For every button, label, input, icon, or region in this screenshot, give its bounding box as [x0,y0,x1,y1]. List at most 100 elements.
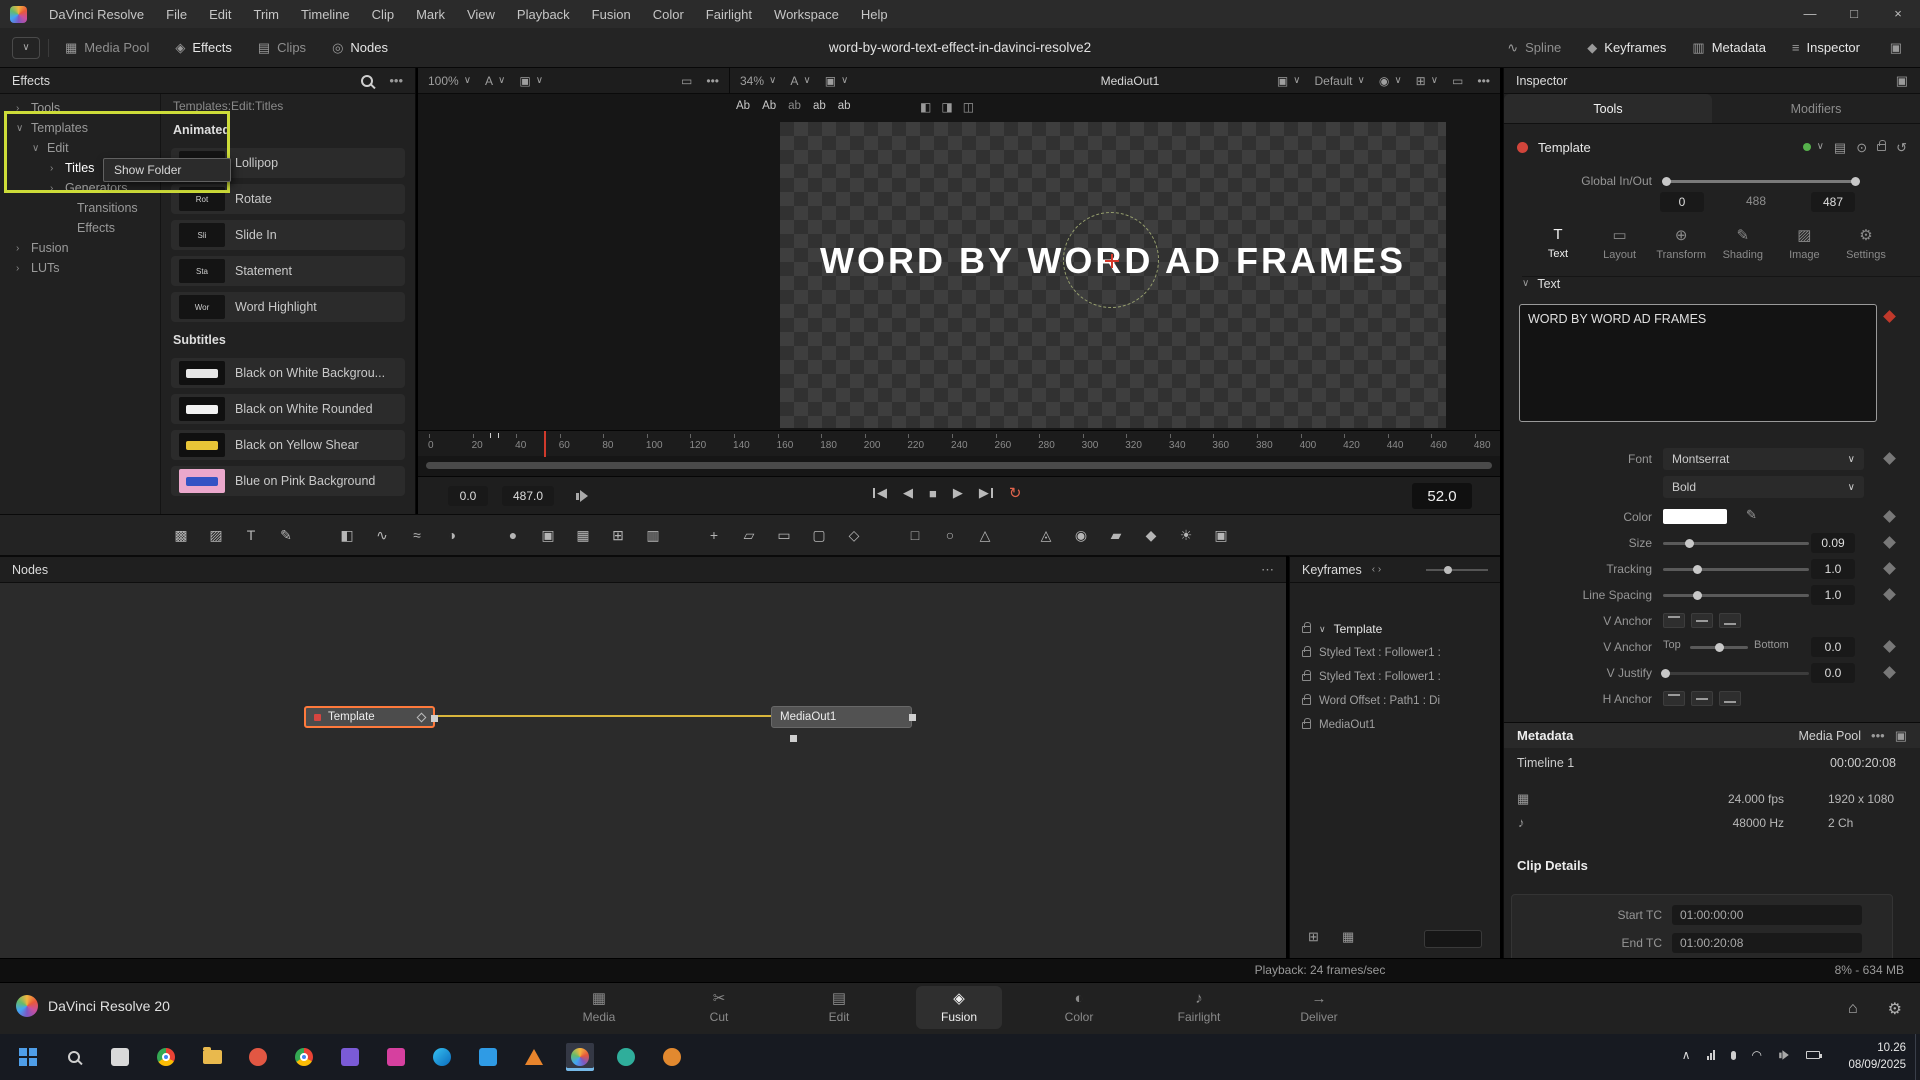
fusion-tool-icon[interactable]: ⊞ [607,524,629,546]
taskbar-app[interactable] [520,1043,548,1071]
preset-select[interactable]: Default∨ [1314,74,1364,88]
pin-icon[interactable]: ⊙ [1856,141,1867,154]
menu-item[interactable]: Workspace [774,7,839,22]
template-list-item[interactable]: Black on Yellow Shear [171,430,405,460]
tray-mic-icon[interactable] [1731,1051,1736,1060]
options-dots-icon[interactable]: ••• [1477,74,1490,88]
anchor-middle-button[interactable] [1691,613,1713,628]
keyframe-diamond-icon[interactable] [1883,452,1896,465]
view-mode-button[interactable]: ▣∨ [825,74,849,88]
fusion-tool-icon[interactable]: ● [502,524,524,546]
lock-icon[interactable] [1877,144,1886,151]
grid-button[interactable]: ⊞∨ [1416,74,1438,88]
start-button[interactable] [14,1043,42,1071]
tray-chevron-icon[interactable]: ∧ [1682,1048,1691,1062]
toolbar-toggle-button[interactable]: ▤ Clips [258,40,306,55]
page-button[interactable]: ▦ Media [556,986,642,1029]
end-tc-field[interactable]: 01:00:20:08 [1672,933,1862,953]
close-button[interactable]: × [1876,0,1920,28]
fusion-tool-icon[interactable]: ▩ [170,524,192,546]
v-justify-field[interactable]: 0.0 [1811,663,1855,683]
menu-item[interactable]: View [467,7,495,22]
reset-icon[interactable]: ↺ [1896,141,1907,154]
toolbar-toggle-button[interactable]: ∿ Spline [1507,40,1561,55]
anchor-top-button[interactable] [1663,613,1685,628]
expand-viewer-icon[interactable]: ▭ [1452,74,1463,88]
fusion-tool-icon[interactable]: ▨ [205,524,227,546]
toolbar-toggle-button[interactable]: ◎ Nodes [332,40,388,55]
keyframe-diamond-icon[interactable] [1883,666,1896,679]
loop-button[interactable]: ↻ [1009,484,1022,502]
fusion-tool-icon[interactable]: ▱ [738,524,760,546]
options-dots-icon[interactable]: ••• [389,74,403,87]
settings-gear-icon[interactable]: ⚙ [1888,999,1902,1019]
node-output-port[interactable] [431,715,438,722]
node-template[interactable]: Template [304,706,435,728]
text-style-chip[interactable]: Ab [736,100,750,112]
lock-icon[interactable] [1302,674,1311,681]
anchor-center-button[interactable] [1691,691,1713,706]
stop-button[interactable]: ■ [929,486,937,501]
keyframes-zoom-slider[interactable] [1426,569,1488,571]
lock-icon[interactable] [1302,650,1311,657]
keyframe-diamond-icon[interactable] [1883,640,1896,653]
size-slider[interactable] [1663,542,1809,545]
inspector-category-tab[interactable]: T Text [1529,226,1587,261]
lock-icon[interactable] [1302,722,1311,729]
playhead[interactable] [544,431,546,457]
text-selection-ellipse[interactable] [1063,212,1159,308]
color-viewer-button[interactable]: ◉∨ [1379,74,1402,88]
fusion-tool-icon[interactable]: ◬ [1035,524,1057,546]
first-frame-button[interactable]: ◀ [873,485,887,501]
menu-item[interactable]: Fusion [592,7,631,22]
template-list-item[interactable]: Black on White Backgrou... [171,358,405,388]
keyframes-row[interactable]: ∨ Styled Text : Follower1 : [1290,641,1500,665]
taskbar-app[interactable] [566,1043,594,1071]
menu-item[interactable]: Help [861,7,888,22]
fusion-tool-icon[interactable]: ✎ [275,524,297,546]
keyframe-diamond-icon[interactable] [1883,510,1896,523]
menu-item[interactable]: Clip [372,7,394,22]
page-button[interactable]: → Deliver [1276,986,1362,1029]
zoom-select[interactable]: 100%∨ [428,74,471,88]
expand-collapse-icon[interactable]: ‹ › [1372,565,1381,575]
taskbar-clock[interactable]: 10.26 08/09/2025 [1848,1040,1906,1075]
taskbar-app[interactable] [336,1043,364,1071]
keyframe-diamond-icon[interactable] [1883,310,1896,323]
split-left-icon[interactable]: ◧ [920,100,931,114]
fusion-tool-icon[interactable]: + [703,524,725,546]
fusion-tool-icon[interactable]: ▰ [1105,524,1127,546]
panel-icon[interactable]: ▣ [1896,74,1908,87]
keyframes-row[interactable]: ∨ Template [1290,617,1500,641]
chevron-down-icon[interactable]: ∨ [1817,142,1824,152]
text-style-chip[interactable]: ab [838,100,851,112]
line-spacing-field[interactable]: 1.0 [1811,585,1855,605]
zoom-select[interactable]: 34%∨ [740,74,776,88]
split-right-icon[interactable]: ◨ [941,100,952,114]
maximize-button[interactable]: □ [1832,0,1876,28]
timeline-zoom-scrollbar[interactable] [426,462,1492,469]
taskbar-app[interactable] [198,1043,226,1071]
taskbar-app[interactable] [428,1043,456,1071]
view-mode-button[interactable]: ▣∨ [519,74,543,88]
effects-tree-item[interactable]: › LUTs [0,258,160,278]
menu-app[interactable]: DaVinci Resolve [49,7,144,22]
toolbar-toggle-button[interactable]: ◈ Effects [175,40,232,55]
node-output-port[interactable] [909,714,916,721]
options-dots-icon[interactable]: ••• [1871,729,1885,742]
taskbar-app[interactable] [474,1043,502,1071]
tracking-field[interactable]: 1.0 [1811,559,1855,579]
layers-icon[interactable]: ▤ [1834,141,1846,154]
taskbar-app[interactable] [658,1043,686,1071]
range-out-field[interactable]: 487.0 [502,486,554,506]
node-input-port[interactable] [790,735,797,742]
font-weight-select[interactable]: Bold∨ [1663,476,1864,498]
lock-icon[interactable] [1302,626,1311,633]
text-section-header[interactable]: ∨ Text [1522,276,1920,291]
effects-tree-item[interactable]: › Fusion [0,238,160,258]
size-field[interactable]: 0.09 [1811,533,1855,553]
fusion-tool-icon[interactable]: ▣ [537,524,559,546]
v-anchor-field[interactable]: 0.0 [1811,637,1855,657]
toolbar-toggle-button[interactable]: ▦ Media Pool [65,40,149,55]
last-frame-button[interactable]: ▶ [979,485,993,501]
